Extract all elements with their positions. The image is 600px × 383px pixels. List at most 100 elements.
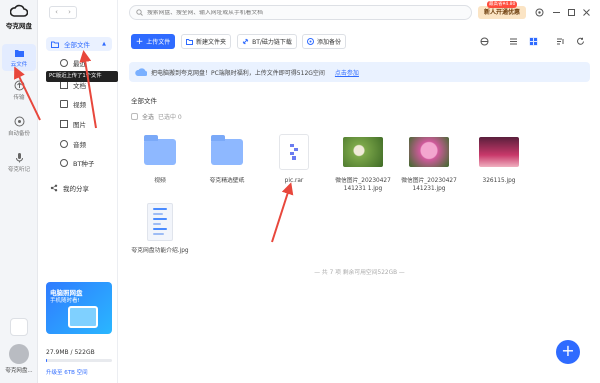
floating-add-button[interactable]: + [556, 340, 580, 364]
select-all-row: 全选 已选中 0 [131, 112, 182, 121]
file-tile[interactable]: 夸克精选壁纸 [198, 133, 256, 185]
storage-bar-fill [46, 359, 48, 362]
sidebar-item-audio[interactable]: 音频 [60, 137, 114, 151]
search-input[interactable] [147, 9, 447, 16]
selected-count: 已选中 0 [158, 114, 182, 121]
promo-subtitle: 手机随时看! [50, 298, 80, 304]
sidebar-item-label: 图片 [73, 121, 86, 129]
file-name: 微信图片_20230427141231.jpg [401, 178, 457, 192]
upload-button[interactable]: + 上传文件 [131, 34, 175, 49]
rail-item-label: 传输 [13, 95, 25, 101]
file-tile[interactable]: 微信图片_20230427141231.jpg [400, 133, 458, 193]
image-icon [60, 120, 68, 128]
sidebar-item-label: 全部文件 [64, 41, 90, 49]
rail-item-label: 云文件 [10, 62, 28, 68]
file-name: pic.rar [284, 178, 304, 184]
minimize-icon[interactable] [552, 8, 561, 17]
file-name: 夸克精选壁纸 [209, 178, 245, 184]
link-icon [242, 38, 249, 45]
file-tile[interactable]: 视频 [131, 133, 189, 185]
file-tile[interactable]: 夸克网盘功能介绍.jpg [131, 203, 189, 255]
filter-icon[interactable] [480, 37, 489, 46]
rail-item-label: 自动备份 [7, 131, 30, 137]
app-logo-text: 夸克网盘 [6, 22, 32, 30]
promo-banner[interactable]: 电脑照网盘 手机随时看! [46, 282, 112, 334]
storage-text: 27.9MB / 522GB [46, 349, 95, 356]
left-rail: 夸克网盘 云文件 传输 自动备份 夸克听记 夸克网盘... [0, 0, 38, 383]
maximize-icon[interactable] [567, 8, 576, 17]
select-all-checkbox[interactable] [131, 113, 138, 120]
banner-link[interactable]: 点击参加 [335, 68, 359, 77]
file-name: 微信图片_20230427141231 1.jpg [335, 178, 391, 192]
vip-discount-badge: 最高省¥4.80 [487, 1, 518, 8]
sort-icon[interactable] [556, 37, 565, 46]
section-title: 全部文件 [131, 97, 157, 105]
collapse-caret-icon[interactable]: ▲ [102, 41, 106, 47]
search-box[interactable] [129, 5, 472, 20]
rail-item-backup[interactable]: 自动备份 [2, 116, 36, 137]
close-icon[interactable] [582, 8, 591, 17]
plus-icon: + [561, 341, 575, 360]
microphone-icon [15, 153, 23, 163]
avatar[interactable] [9, 344, 29, 364]
upload-label: 上传文件 [146, 39, 171, 46]
storage-bar [46, 359, 112, 362]
backup-icon [306, 38, 314, 45]
rail-item-transfer[interactable]: 传输 [2, 80, 36, 101]
backup-icon [14, 116, 24, 127]
sidebar-item-images[interactable]: 图片 [60, 117, 114, 131]
history-nav: ‹ › [49, 6, 77, 19]
rail-item-label: 夸克听记 [7, 167, 30, 173]
rail-item-notes[interactable]: 夸克听记 [2, 152, 36, 173]
file-name: 视频 [154, 178, 166, 184]
file-tile[interactable]: 326115.jpg [470, 133, 528, 185]
file-name: 326115.jpg [482, 178, 516, 184]
folder-icon [211, 135, 243, 165]
grid-view-icon[interactable] [529, 37, 538, 46]
add-backup-button[interactable]: 添加备份 [302, 34, 346, 49]
add-backup-label: 添加备份 [316, 39, 341, 46]
device-illustration-icon [68, 306, 98, 328]
back-button[interactable]: ‹ [50, 7, 63, 18]
list-view-icon[interactable] [509, 37, 518, 46]
sidebar-item-videos[interactable]: 视频 [60, 97, 114, 111]
folder-outline-icon [51, 41, 59, 48]
banner-text: 把电脑搬到夸克网盘！PC端限时福利，上传文件即可得512G空间 [151, 69, 325, 77]
forward-button[interactable]: › [63, 7, 76, 18]
upgrade-link[interactable]: 升级至 6TB 空间 [46, 368, 88, 376]
app-logo: 夸克网盘 [4, 4, 34, 30]
search-icon [136, 9, 143, 16]
file-name: 夸克网盘功能介绍.jpg [131, 248, 189, 254]
select-all-label[interactable]: 全选 [142, 112, 154, 121]
bt-download-button[interactable]: BT/磁力链下载 [237, 34, 297, 49]
sidebar-item-recent[interactable]: 最近 [60, 56, 114, 70]
file-tile[interactable]: pic.rar [265, 133, 323, 185]
sidebar-item-share[interactable]: 我的分享 [50, 181, 112, 195]
new-folder-button[interactable]: 新建文件夹 [181, 34, 231, 49]
clock-icon [60, 59, 68, 67]
sidebar-item-label: BT种子 [73, 160, 95, 168]
image-thumbnail [479, 137, 519, 167]
arrow-to-rar-file [271, 182, 294, 243]
video-icon [60, 100, 68, 108]
promo-notice-bar: 把电脑搬到夸克网盘！PC端限时福利，上传文件即可得512G空间 点击参加 [129, 62, 590, 82]
sidebar-item-bt[interactable]: BT种子 [60, 156, 114, 170]
refresh-icon[interactable] [576, 37, 585, 46]
rail-item-cloud-files[interactable]: 云文件 [2, 44, 36, 71]
phone-icon[interactable] [10, 318, 28, 336]
image-thumbnail [409, 137, 449, 167]
folder-icon [14, 50, 24, 57]
document-icon [60, 81, 68, 89]
upload-tooltip: PC版近上传了1个文件 [46, 71, 118, 82]
cloud-logo-icon [10, 4, 28, 17]
file-tile[interactable]: 微信图片_20230427141231 1.jpg [334, 133, 392, 193]
sidebar-item-all-files[interactable]: 全部文件 ▲ [46, 37, 112, 51]
user-name: 夸克网盘... [5, 368, 33, 374]
sidebar-item-label: 我的分享 [63, 185, 89, 193]
bt-download-label: BT/磁力链下载 [252, 39, 292, 46]
cloud-upload-icon [135, 68, 147, 77]
settings-icon[interactable] [535, 8, 544, 17]
new-folder-label: 新建文件夹 [195, 39, 226, 46]
transfer-icon [14, 80, 24, 91]
sidebar-item-label: 最近 [73, 60, 86, 68]
